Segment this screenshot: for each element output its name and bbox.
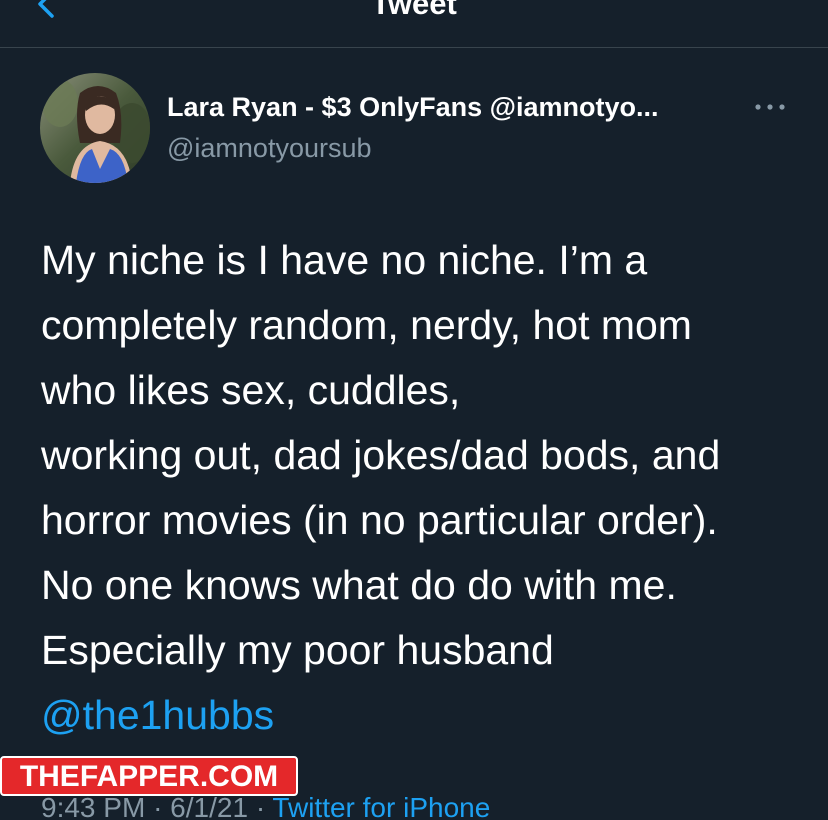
tweet-text-line: who likes sex, cuddles,	[41, 367, 461, 413]
mention-link[interactable]: @the1hubbs	[41, 683, 821, 748]
author-display-name[interactable]: Lara Ryan - $3 OnlyFans @iamnotyo...	[167, 90, 658, 124]
tweet-body: My niche is I have no niche. I’m a compl…	[41, 228, 821, 748]
header-bar: Tweet	[0, 0, 828, 48]
watermark-logo: THEFAPPER.COM	[0, 756, 298, 796]
tweet-text-line: completely random, nerdy, hot mom	[41, 302, 692, 348]
watermark: THEFAPPER.COM	[0, 756, 298, 796]
tweet-text-line: My niche is I have no niche. I’m a	[41, 237, 648, 283]
profile-photo	[40, 73, 150, 183]
tweet-time: 9:43 PM	[41, 792, 146, 820]
tweet-text-line: Especially my poor husband	[41, 627, 554, 673]
more-icon	[755, 104, 785, 110]
tweet-text-line: working out, dad jokes/dad bods, and	[41, 432, 721, 478]
tweet-source-link[interactable]: Twitter for iPhone	[272, 792, 490, 820]
tweet-date: 6/1/21	[170, 792, 249, 820]
meta-separator: ·	[255, 792, 266, 820]
more-options-button[interactable]	[753, 96, 787, 118]
watermark-text: THEFAPPER.COM	[20, 760, 278, 793]
tweet-text-line: No one knows what do do with me.	[41, 562, 677, 608]
meta-separator: ·	[153, 792, 163, 820]
author-handle[interactable]: @iamnotyoursub	[167, 131, 372, 165]
tweet-text-line: horror movies (in no particular order).	[41, 497, 718, 543]
avatar[interactable]	[40, 73, 150, 183]
page-title: Tweet	[371, 0, 457, 21]
